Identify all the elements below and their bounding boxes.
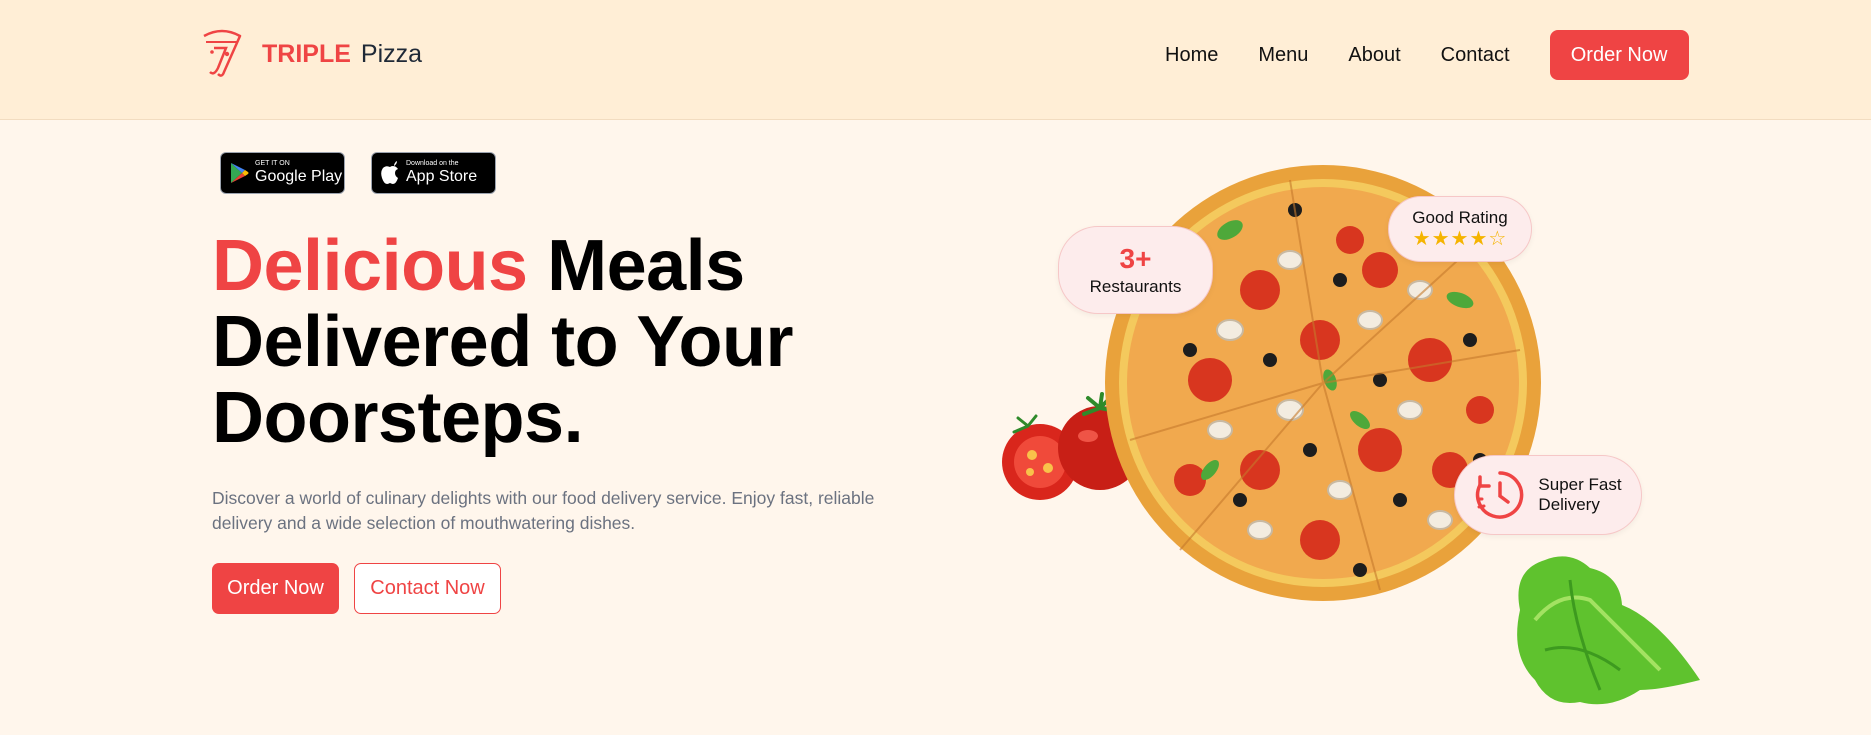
restaurants-count: 3+: [1119, 243, 1152, 274]
main-nav: Home Menu About Contact Order Now: [1165, 30, 1689, 80]
pizza-logo-icon: [203, 29, 242, 77]
rating-label: Good Rating: [1412, 208, 1508, 227]
app-store-badges: GET IT ON Google Play Download on the Ap…: [220, 152, 522, 194]
lettuce-image: [1517, 556, 1700, 705]
app-store-badge[interactable]: Download on the App Store: [371, 152, 496, 194]
nav-link-home[interactable]: Home: [1165, 44, 1218, 67]
nav-link-menu[interactable]: Menu: [1258, 44, 1308, 67]
google-play-icon: [231, 163, 249, 183]
hero-order-now-button[interactable]: Order Now: [212, 563, 339, 614]
site-header: TRIPLE Pizza Home Menu About Contact Ord…: [0, 0, 1871, 120]
brand-name-primary: TRIPLE: [262, 39, 351, 68]
rating-badge: Good Rating ★★★★☆: [1388, 196, 1532, 262]
hero-title-highlight: Delicious: [212, 226, 528, 306]
google-play-badge[interactable]: GET IT ON Google Play: [220, 152, 345, 194]
hero-illustration: 3+ Restaurants Good Rating ★★★★☆ Super F…: [960, 150, 1710, 720]
brand-name-secondary: Pizza: [360, 39, 423, 68]
rating-stars: ★★★★☆: [1412, 228, 1508, 250]
hero-title-line2: Delivered to Your: [212, 302, 794, 382]
hero-title: Delicious Meals Delivered to Your Doorst…: [212, 228, 912, 456]
app-store-large-text: App Store: [406, 168, 478, 185]
delivery-badge: Super Fast Delivery: [1454, 455, 1642, 535]
fast-clock-icon: [1476, 471, 1524, 519]
hero-title-line1: Meals: [527, 226, 745, 306]
google-play-small-text: GET IT ON: [255, 160, 290, 167]
delivery-label-line2: Delivery: [1538, 495, 1600, 514]
restaurants-label: Restaurants: [1089, 277, 1182, 296]
hero-contact-now-button[interactable]: Contact Now: [354, 563, 501, 614]
hero-description: Discover a world of culinary delights wi…: [212, 488, 875, 533]
apple-icon: [381, 161, 398, 184]
nav-link-about[interactable]: About: [1348, 44, 1400, 67]
restaurants-badge: 3+ Restaurants: [1058, 226, 1213, 314]
header-order-now-button[interactable]: Order Now: [1549, 30, 1689, 80]
brand-logo[interactable]: TRIPLE Pizza: [200, 28, 422, 80]
app-store-small-text: Download on the: [406, 160, 459, 167]
nav-link-contact[interactable]: Contact: [1441, 44, 1510, 67]
google-play-large-text: Google Play: [255, 168, 343, 185]
delivery-label-line1: Super Fast: [1538, 475, 1622, 494]
hero-title-line3: Doorsteps.: [212, 378, 584, 458]
